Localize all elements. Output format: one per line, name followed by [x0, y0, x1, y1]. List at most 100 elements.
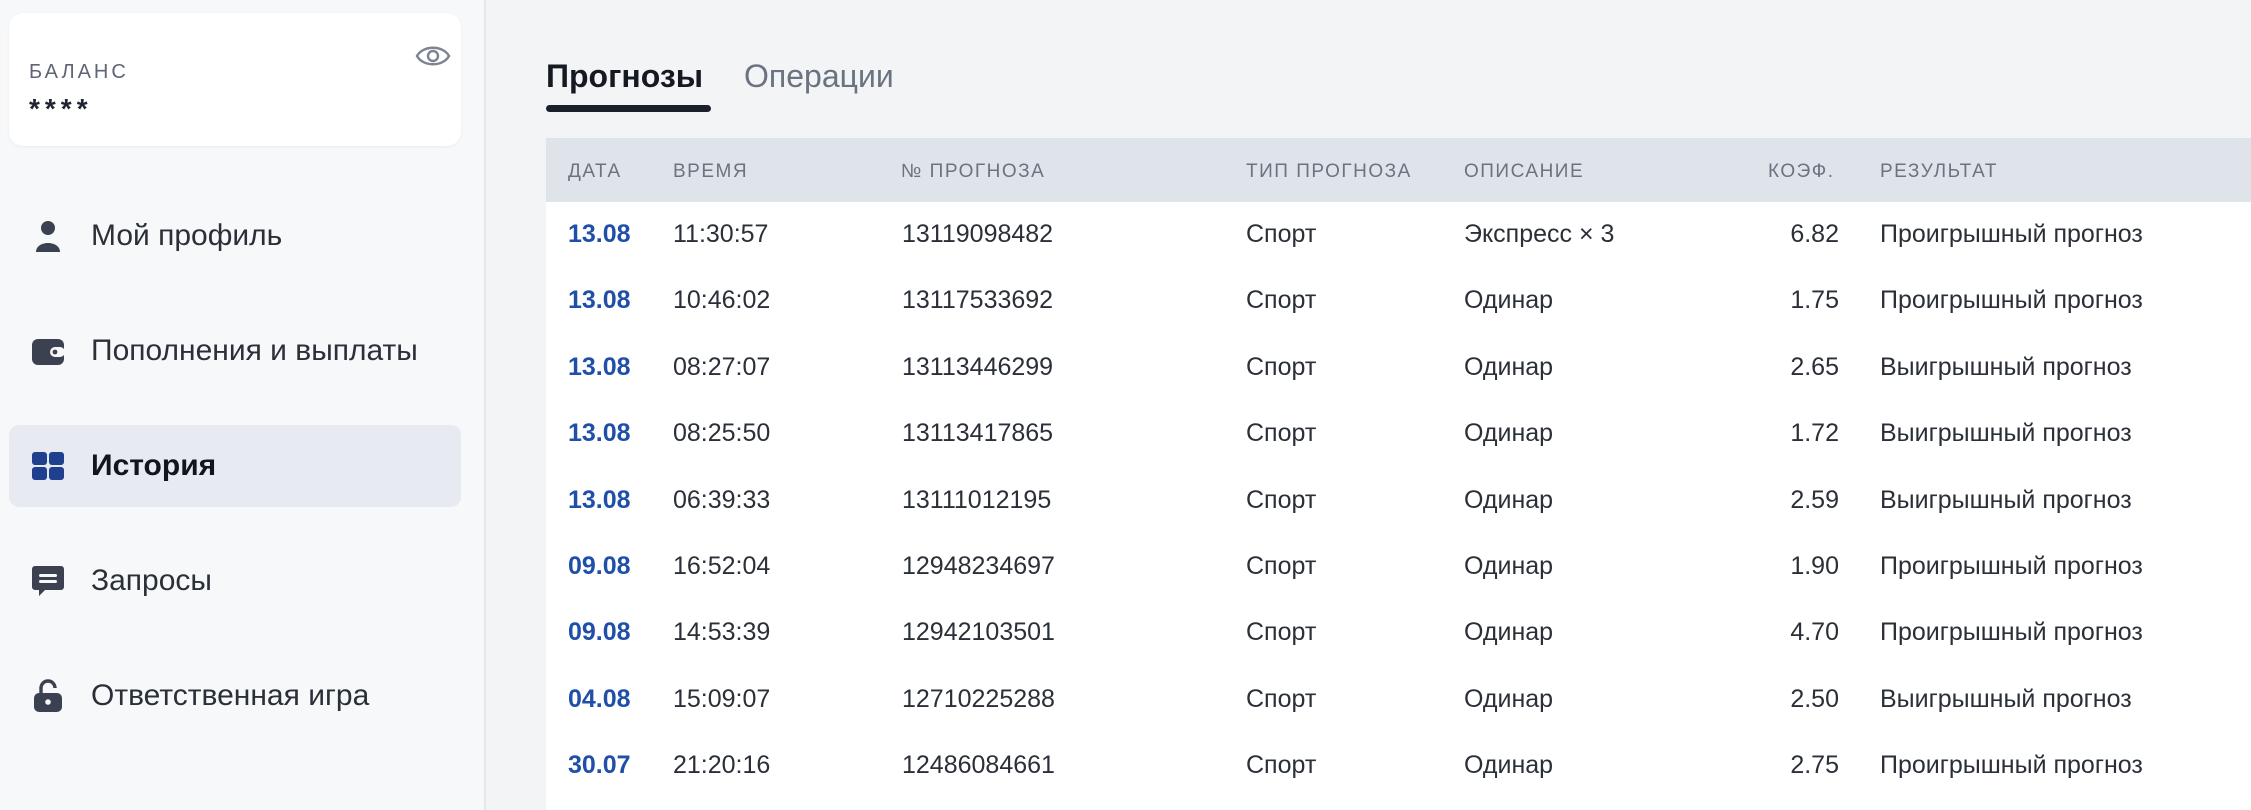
table-row[interactable]: 30.07 21:20:16 12486084661 Спорт Одинар 2.75 П… — [546, 733, 2251, 799]
cell-time: 16:52:04 — [673, 551, 771, 580]
table-row[interactable]: 13.08 11:30:57 13119098482 Спорт Экспресс × … — [546, 202, 2251, 268]
column-header-result: РЕЗУЛЬТАТ — [1880, 161, 1998, 182]
cell-forecast-type: Спорт — [1246, 485, 1317, 514]
cell-forecast-number: 12942103501 — [902, 618, 1055, 647]
cell-forecast-number: 12486084661 — [902, 751, 1055, 780]
cell-odds: 1.75 — [1790, 286, 1839, 315]
cell-description: Одинар — [1464, 751, 1554, 780]
table-row[interactable]: 13.08 08:27:07 13113446299 Спорт Одинар 2.65 В… — [546, 335, 2251, 401]
sidebar-item-requests[interactable]: Запросы — [9, 540, 461, 622]
cell-time: 15:09:07 — [673, 684, 771, 713]
cell-forecast-type: Спорт — [1246, 352, 1317, 381]
history-icon — [32, 452, 64, 480]
cell-result: Выигрышный прогноз — [1880, 485, 2132, 514]
cell-odds: 6.82 — [1790, 220, 1839, 248]
cell-result: Проигрышный прогноз — [1880, 751, 2143, 780]
table-row[interactable]: 09.08 16:52:04 12948234697 Спорт Одинар 1.90 П… — [546, 534, 2251, 600]
cell-description: Одинар — [1464, 618, 1554, 647]
cell-forecast-type: Спорт — [1246, 684, 1317, 713]
sidebar-item-label: Запросы — [91, 564, 212, 597]
cell-description: Одинар — [1464, 485, 1554, 514]
cell-forecast-number: 13113417865 — [902, 419, 1054, 448]
column-header-description: ОПИСАНИЕ — [1464, 161, 1585, 182]
cell-result: Выигрышный прогноз — [1880, 684, 2132, 713]
cell-odds: 1.72 — [1790, 419, 1839, 448]
cell-date: 09.08 — [568, 551, 631, 580]
table-row[interactable]: 13.08 08:25:50 13113417865 Спорт Одинар 1.72 В… — [546, 401, 2251, 467]
cell-time: 10:46:02 — [673, 286, 771, 315]
balance-label: БАЛАНС — [29, 61, 129, 83]
cell-description: Экспресс × 3 — [1464, 220, 1615, 248]
cell-time: 21:20:16 — [673, 751, 771, 780]
cell-date: 13.08 — [568, 419, 631, 448]
cell-time: 06:39:33 — [673, 485, 771, 514]
cell-result: Проигрышный прогноз — [1880, 618, 2143, 647]
cell-time: 08:27:07 — [673, 352, 771, 381]
column-header-forecast-type: ТИП ПРОГНОЗА — [1246, 161, 1412, 182]
lock-icon — [34, 679, 62, 712]
cell-date: 13.08 — [568, 286, 631, 315]
column-header-forecast-number: № ПРОГНОЗА — [901, 161, 1046, 182]
cell-date: 13.08 — [568, 485, 631, 514]
cell-result: Выигрышный прогноз — [1880, 419, 2132, 448]
table-header: ДАТА ВРЕМЯ № ПРОГНОЗА ТИП ПРОГНОЗА ОПИСА… — [546, 138, 2251, 202]
tab-active-indicator — [546, 105, 711, 112]
cell-description: Одинар — [1464, 419, 1554, 448]
table-row[interactable]: 13.08 10:46:02 13117533692 Спорт Одинар 1.75 П… — [546, 268, 2251, 334]
cell-forecast-number: 13117533692 — [902, 286, 1054, 315]
column-header-time: ВРЕМЯ — [673, 161, 749, 182]
cell-odds: 4.70 — [1790, 618, 1839, 647]
sidebar-item-responsible-gaming[interactable]: Ответственная игра — [9, 655, 461, 737]
cell-forecast-number: 12948234697 — [902, 551, 1055, 580]
balance-value: **** — [29, 93, 93, 124]
sidebar-item-label: История — [91, 449, 217, 482]
cell-forecast-type: Спорт — [1246, 220, 1317, 248]
cell-odds: 2.65 — [1790, 352, 1839, 381]
user-icon — [36, 221, 60, 252]
cell-forecast-type: Спорт — [1246, 618, 1317, 647]
cell-odds: 2.59 — [1790, 485, 1839, 514]
cell-date: 04.08 — [568, 684, 631, 713]
eye-icon[interactable] — [415, 41, 451, 71]
cell-description: Одинар — [1464, 684, 1554, 713]
cell-result: Проигрышный прогноз — [1880, 551, 2143, 580]
column-header-odds: КОЭФ. — [1768, 161, 1835, 182]
table-body: 13.08 11:30:57 13119098482 Спорт Экспресс × … — [546, 202, 2251, 800]
message-icon — [32, 566, 64, 596]
cell-description: Одинар — [1464, 286, 1554, 315]
sidebar-item-profile[interactable]: Мой профиль — [9, 195, 461, 277]
sidebar-item-history[interactable]: История — [9, 425, 461, 507]
column-header-date: ДАТА — [568, 161, 622, 182]
sidebar-nav: Мой профиль Пополнения и выплаты История — [9, 195, 461, 770]
cell-date: 09.08 — [568, 618, 631, 647]
tab-operations[interactable]: Операции — [744, 58, 894, 95]
forecasts-table: ДАТА ВРЕМЯ № ПРОГНОЗА ТИП ПРОГНОЗА ОПИСА… — [546, 138, 2251, 810]
cell-forecast-type: Спорт — [1246, 286, 1317, 315]
wallet-icon — [32, 339, 65, 365]
cell-time: 08:25:50 — [673, 419, 771, 448]
table-row[interactable]: 04.08 15:09:07 12710225288 Спорт Одинар 2.50 В… — [546, 667, 2251, 733]
sidebar: БАЛАНС **** Мой профиль Пополнения и вып… — [0, 0, 486, 810]
cell-forecast-number: 13113446299 — [902, 352, 1054, 381]
tab-forecasts[interactable]: Прогнозы — [546, 58, 703, 95]
cell-forecast-type: Спорт — [1246, 419, 1317, 448]
table-row[interactable]: 13.08 06:39:33 13111012195 Спорт Одинар 2.59 В… — [546, 468, 2251, 534]
cell-forecast-number: 13111012195 — [902, 485, 1052, 514]
cell-forecast-number: 13119098482 — [902, 220, 1054, 248]
cell-date: 30.07 — [568, 751, 631, 780]
sidebar-item-label: Ответственная игра — [91, 679, 370, 712]
cell-forecast-number: 12710225288 — [902, 684, 1055, 713]
cell-description: Одинар — [1464, 352, 1554, 381]
cell-odds: 1.90 — [1790, 551, 1839, 580]
cell-forecast-type: Спорт — [1246, 551, 1317, 580]
cell-date: 13.08 — [568, 352, 631, 381]
cell-result: Проигрышный прогноз — [1880, 286, 2143, 315]
table-row[interactable]: 09.08 14:53:39 12942103501 Спорт Одинар 4.70 П… — [546, 600, 2251, 666]
cell-time: 11:30:57 — [673, 220, 769, 248]
sidebar-item-payments[interactable]: Пополнения и выплаты — [9, 310, 461, 392]
cell-description: Одинар — [1464, 551, 1554, 580]
cell-forecast-type: Спорт — [1246, 751, 1317, 780]
cell-result: Выигрышный прогноз — [1880, 352, 2132, 381]
cell-date: 13.08 — [568, 220, 631, 248]
cell-time: 14:53:39 — [673, 618, 771, 647]
